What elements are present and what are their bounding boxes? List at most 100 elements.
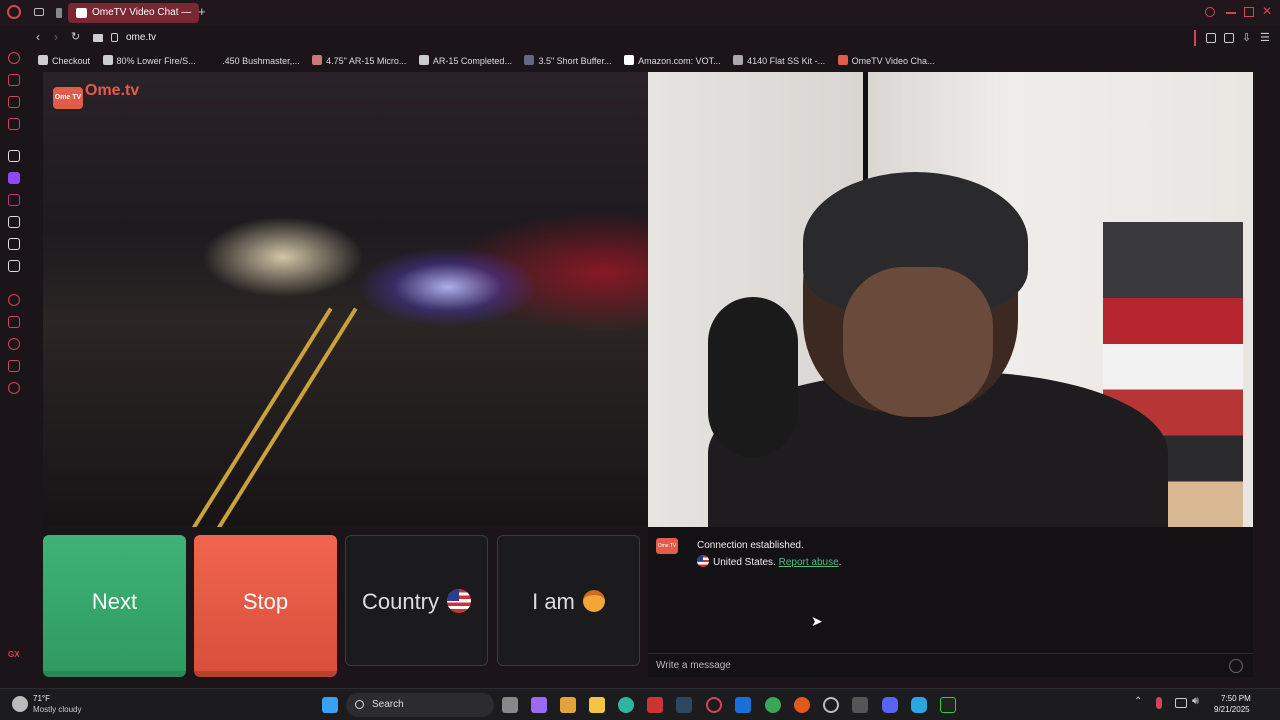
bookmark-icon [837,55,848,65]
windows-start-icon[interactable] [322,697,338,713]
country-button[interactable]: Country [345,535,488,666]
taskbar-search[interactable]: Search [346,693,494,717]
forward-icon[interactable]: › [54,30,58,44]
country-label: Country [361,589,440,614]
menu-icon[interactable]: ☰ [1260,31,1270,44]
settings-icon[interactable] [8,382,20,394]
app-icon[interactable] [911,697,927,713]
app-icon[interactable] [794,697,810,713]
history-icon[interactable] [8,338,20,350]
road-line [191,307,333,527]
tab-favicon-icon [76,8,87,18]
instagram-icon[interactable] [8,194,20,206]
tab-ometv[interactable]: OmeTV Video Chat — [68,3,200,23]
discord-icon[interactable] [882,697,898,713]
app-icon[interactable] [735,697,751,713]
file-explorer-icon[interactable] [589,697,605,713]
bookmark-icon [733,55,744,65]
us-flag-icon [447,589,472,613]
app-icon[interactable] [560,697,576,713]
extensions-icon[interactable] [8,360,20,372]
terminal-icon[interactable] [940,697,956,713]
weather-temp[interactable]: 71°F [33,694,50,703]
twitch-icon[interactable] [8,172,20,184]
lock-icon[interactable] [111,33,118,42]
volume-icon[interactable]: 🔊︎ [1192,695,1199,708]
discord-icon[interactable] [8,260,20,272]
bookmark-icon [38,55,48,65]
opera-logo-icon[interactable] [7,5,21,19]
whatsapp-icon[interactable] [8,96,20,108]
copilot-icon[interactable] [531,697,547,713]
next-button[interactable]: Next [43,535,186,677]
toolbar-divider [1194,30,1196,46]
app-icon[interactable] [823,697,839,713]
tiktok-icon[interactable] [8,216,20,228]
remote-video: Ome TV Ome.tv [43,72,648,527]
workspaces-icon[interactable] [34,8,44,16]
reload-icon[interactable]: ↻ [71,30,80,43]
maximize-icon[interactable] [1244,7,1254,17]
player-icon[interactable] [8,294,20,306]
logo-text: Ome.tv [85,82,140,99]
message-input[interactable]: Write a message [648,653,1253,677]
bookmark-item[interactable]: AR-15 Completed... [418,50,512,72]
clock-date[interactable]: 9/21/2025 [1214,705,1250,714]
bookmark-item[interactable]: Checkout [38,50,90,72]
task-view-icon[interactable] [502,697,518,713]
app-icon[interactable] [8,150,20,162]
tab-icon[interactable] [56,8,62,18]
new-tab-button[interactable]: + [198,4,206,19]
app-icon[interactable] [852,697,868,713]
snapshot-icon[interactable] [1206,33,1216,43]
gx-label[interactable]: GX [8,650,20,659]
report-suffix: . [838,557,842,568]
bookmark-item[interactable]: Amazon.com: VOT... [624,50,721,72]
chevron-up-icon[interactable]: ⌃ [1134,696,1142,707]
opera-gx-icon[interactable] [706,697,722,713]
bookmark-icon [624,55,635,65]
clock-time[interactable]: 7:50 PM [1221,694,1251,703]
stop-button[interactable]: Stop [194,535,337,677]
network-icon[interactable] [1175,698,1187,708]
minimize-icon[interactable] [1226,12,1236,14]
wallet-icon[interactable] [1224,33,1234,43]
us-flag-icon [697,555,709,567]
pinboard-icon[interactable] [8,316,20,328]
chat-logo: Ome TV [656,538,678,554]
edge-icon[interactable] [618,697,634,713]
app-icon[interactable] [647,697,663,713]
bookmark-item[interactable]: 4140 Flat SS Kit -... [733,50,825,72]
road-line [216,307,358,527]
url-input[interactable]: ome.tv [126,32,156,43]
chrome-icon[interactable] [765,697,781,713]
messenger-icon[interactable] [8,74,20,86]
download-icon[interactable]: ⇩ [1242,31,1251,44]
search-tabs-icon[interactable] [1205,7,1215,17]
mouse-cursor-icon: ➤ [811,613,823,629]
x-icon[interactable] [8,238,20,250]
microphone-icon[interactable] [1156,697,1162,709]
iam-button[interactable]: I am [497,535,640,666]
ometv-logo: Ome TV Ome.tv [53,82,143,109]
address-bar: ‹ › ↻ ome.tv ⇩ ☰ [28,26,1280,50]
bookmark-item[interactable]: .450 Bushmaster,... [208,50,300,72]
close-icon[interactable]: ✕ [1262,4,1272,18]
emoji-icon[interactable] [1229,659,1243,673]
bookmark-item[interactable]: OmeTV Video Cha... [837,50,935,72]
person-emoji-icon [582,590,605,612]
steam-icon[interactable] [676,697,692,713]
camera-icon[interactable] [93,34,103,42]
bookmark-item[interactable]: 3.5" Short Buffer... [524,50,612,72]
bookmark-item[interactable]: 80% Lower Fire/S... [102,50,196,72]
iam-label: I am [532,589,575,614]
back-icon[interactable]: ‹ [36,30,40,44]
bookmark-icon [524,55,535,65]
aria-icon[interactable] [8,52,20,64]
person-face [843,267,993,417]
search-icon [355,700,364,709]
bookmark-item[interactable]: 4.75" AR-15 Micro... [312,50,406,72]
weather-desc[interactable]: Mostly cloudy [33,705,81,714]
notes-icon[interactable] [8,118,20,130]
report-abuse-link[interactable]: Report abuse [779,557,839,568]
